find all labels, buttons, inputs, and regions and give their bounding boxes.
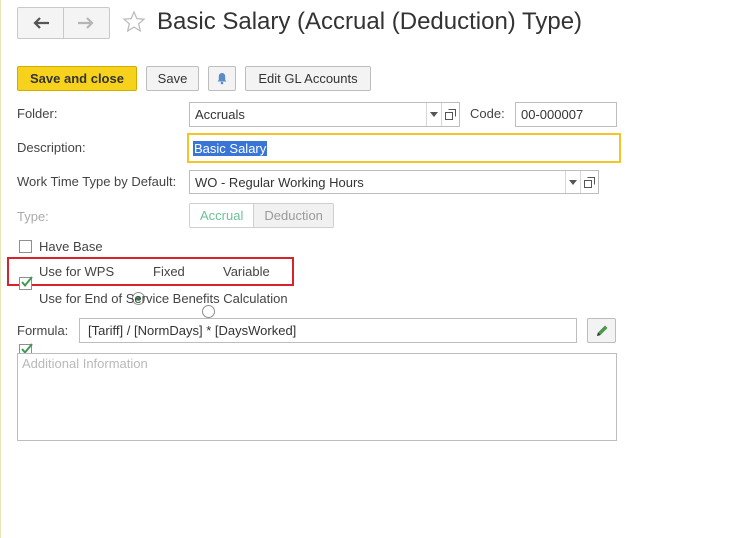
notification-button[interactable] (208, 66, 236, 91)
additional-info-textarea[interactable]: Additional Information (17, 353, 617, 441)
work-time-field[interactable]: WO - Regular Working Hours (189, 170, 599, 194)
work-time-label: Work Time Type by Default: (17, 174, 177, 189)
window-edge (0, 0, 1, 538)
work-time-dropdown-button[interactable] (565, 171, 580, 193)
bell-icon (217, 73, 227, 85)
use-for-wps-checkbox[interactable] (19, 276, 33, 290)
open-form-icon (445, 109, 456, 120)
work-time-value: WO - Regular Working Hours (195, 174, 364, 190)
wps-variable-radio[interactable] (202, 305, 215, 318)
description-value: Basic Salary (193, 140, 268, 156)
formula-label: Formula: (17, 323, 69, 338)
type-toggle: Accrual Deduction (189, 203, 334, 228)
nav-group (17, 7, 110, 39)
type-option-deduction[interactable]: Deduction (253, 204, 333, 227)
folder-dropdown-button[interactable] (426, 103, 441, 126)
folder-open-button[interactable] (441, 103, 459, 126)
folder-label: Folder: (17, 106, 58, 121)
work-time-open-button[interactable] (580, 171, 598, 193)
chevron-down-icon (430, 112, 438, 117)
forward-button[interactable] (63, 8, 108, 38)
description-field[interactable]: Basic Salary (187, 133, 621, 163)
wps-variable-label: Variable (223, 264, 270, 279)
checkmark-icon (21, 276, 33, 288)
have-base-checkbox[interactable] (19, 240, 32, 253)
code-field[interactable]: 00-000007 (515, 102, 617, 127)
pencil-icon (596, 325, 607, 336)
wps-fixed-label: Fixed (153, 264, 185, 279)
code-value: 00-000007 (521, 107, 584, 122)
edit-formula-button[interactable] (587, 318, 616, 343)
save-button[interactable]: Save (146, 66, 199, 91)
folder-field[interactable]: Accruals (189, 102, 460, 127)
code-label: Code: (470, 106, 505, 121)
have-base-label: Have Base (39, 239, 103, 254)
use-for-wps-label: Use for WPS (39, 264, 115, 279)
open-form-icon (584, 176, 595, 188)
additional-info-placeholder: Additional Information (22, 356, 148, 371)
formula-field[interactable]: [Tariff] / [NormDays] * [DaysWorked] (79, 318, 577, 343)
back-button[interactable] (18, 8, 63, 38)
save-and-close-button[interactable]: Save and close (17, 66, 137, 91)
type-option-accrual[interactable]: Accrual (190, 204, 254, 227)
description-label: Description: (17, 140, 86, 155)
page-title: Basic Salary (Accrual (Deduction) Type) (157, 8, 583, 35)
type-label: Type: (17, 209, 49, 224)
arrow-left-icon (32, 17, 49, 29)
formula-value: [Tariff] / [NormDays] * [DaysWorked] (88, 323, 297, 338)
chevron-down-icon (569, 179, 577, 185)
folder-value: Accruals (195, 107, 245, 122)
arrow-right-icon (78, 17, 94, 29)
eosb-label: Use for End of Service Benefits Calculat… (39, 291, 288, 306)
edit-gl-accounts-button[interactable]: Edit GL Accounts (245, 66, 371, 91)
star-icon[interactable] (122, 10, 146, 34)
